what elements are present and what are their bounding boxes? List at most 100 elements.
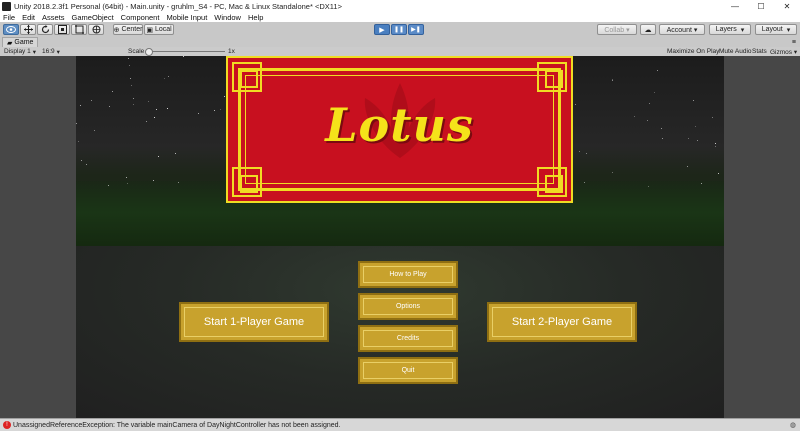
star [220,109,221,110]
game-viewport: Lotus How to Play Options Credits Quit S… [0,56,800,418]
menu-help[interactable]: Help [248,13,263,22]
error-icon: ! [3,421,11,429]
cloud-button[interactable]: ☁ [640,24,656,35]
lotus-logo-banner: Lotus [226,56,573,203]
pause-icon: ❚❚ [393,27,405,33]
layers-dropdown[interactable]: Layers ▾ [709,24,751,35]
credits-button[interactable]: Credits [358,325,458,352]
menu-file[interactable]: File [3,13,15,22]
pause-button[interactable]: ❚❚ [391,24,407,35]
hand-tool-icon[interactable] [3,24,19,35]
chevron-down-icon: ▾ [32,48,36,56]
console-error-message[interactable]: UnassignedReferenceException: The variab… [13,422,341,429]
star [224,96,225,97]
star [164,78,165,79]
tab-game-label: Game [14,39,34,46]
options-label: Options [395,303,421,310]
menu-component[interactable]: Component [121,13,160,22]
star [154,117,155,118]
quit-label: Quit [401,367,415,374]
start-1-player-button[interactable]: Start 1-Player Game [179,302,329,342]
rect-tool-icon[interactable] [71,24,87,35]
game-render[interactable]: Lotus How to Play Options Credits Quit S… [76,56,724,418]
star [81,160,82,161]
how-to-play-button[interactable]: How to Play [358,261,458,288]
scale-tool-icon[interactable] [54,24,70,35]
banner-corner-ornament [537,167,567,197]
star [579,151,580,152]
play-button[interactable]: ▶ [374,24,390,35]
star [718,173,719,174]
star [86,164,87,165]
credits-label: Credits [396,335,420,342]
quit-button[interactable]: Quit [358,357,458,384]
banner-corner-ornament [232,62,262,92]
collab-label: Collab ▾ [604,26,630,34]
star [94,130,95,131]
star [712,117,713,118]
star [146,121,147,122]
gizmos-dropdown[interactable]: Gizmos ▾ [770,48,797,56]
game-controller-icon: ▰ [7,39,13,47]
options-button[interactable]: Options [358,293,458,320]
star [647,120,648,121]
close-icon[interactable]: ✕ [774,0,800,12]
star [214,110,215,111]
how-to-play-label: How to Play [389,271,427,278]
transform-tool-icon[interactable] [88,24,104,35]
star [697,140,698,141]
star [654,92,655,93]
star [80,105,81,106]
chevron-down-icon: ▾ [56,48,60,56]
rotate-tool-icon[interactable] [37,24,53,35]
scale-slider[interactable] [145,48,225,56]
layout-dropdown[interactable]: Layout ▾ [755,24,797,35]
menu-assets[interactable]: Assets [42,13,65,22]
star [112,91,113,92]
scale-slider-thumb[interactable] [145,48,153,56]
start-2-player-label: Start 2-Player Game [511,316,613,328]
star [612,172,613,173]
scale-value: 1x [228,48,235,55]
star [612,80,613,81]
collab-dropdown[interactable]: Collab ▾ [597,24,637,35]
star [634,116,635,117]
start-1-player-label: Start 1-Player Game [203,316,305,328]
star [130,78,131,79]
pivot-label: Center [121,26,143,33]
star [715,143,716,144]
start-2-player-button[interactable]: Start 2-Player Game [487,302,637,342]
move-tool-icon[interactable] [20,24,36,35]
star [91,100,92,101]
star [168,76,169,77]
menu-gameobject[interactable]: GameObject [72,13,114,22]
display-dropdown[interactable]: Display 1 ▾ [4,48,36,56]
star [129,65,130,66]
tab-game[interactable]: ▰ Game [2,37,39,47]
tab-menu-icon[interactable]: ≡ [792,39,796,46]
star [131,85,132,86]
maximize-on-play-toggle[interactable]: Maximize On Play [667,48,719,55]
star [167,108,168,109]
menu-window[interactable]: Window [214,13,241,22]
step-button[interactable]: ▶❚ [408,24,424,35]
display-label: Display 1 [4,48,31,55]
space-toggle[interactable]: ▣ Local [144,24,174,35]
menu-edit[interactable]: Edit [22,13,35,22]
window-controls: — ☐ ✕ [722,0,800,12]
step-icon: ▶❚ [411,27,421,33]
pivot-toggle[interactable]: ⊕ Center [113,24,143,35]
menu-mobile-input[interactable]: Mobile Input [166,13,207,22]
banner-corner-ornament [537,62,567,92]
star [198,113,199,114]
minimize-icon[interactable]: — [722,0,748,12]
star [76,123,77,124]
mute-audio-toggle[interactable]: Mute Audio [719,48,752,55]
star [586,153,587,154]
console-status-bar[interactable]: ! UnassignedReferenceException: The vari… [0,418,800,431]
account-dropdown[interactable]: Account ▾ [659,24,705,35]
stats-toggle[interactable]: Stats [752,48,767,55]
star [693,100,694,101]
aspect-dropdown[interactable]: 16:9 ▾ [42,48,60,56]
maximize-icon[interactable]: ☐ [748,0,774,12]
